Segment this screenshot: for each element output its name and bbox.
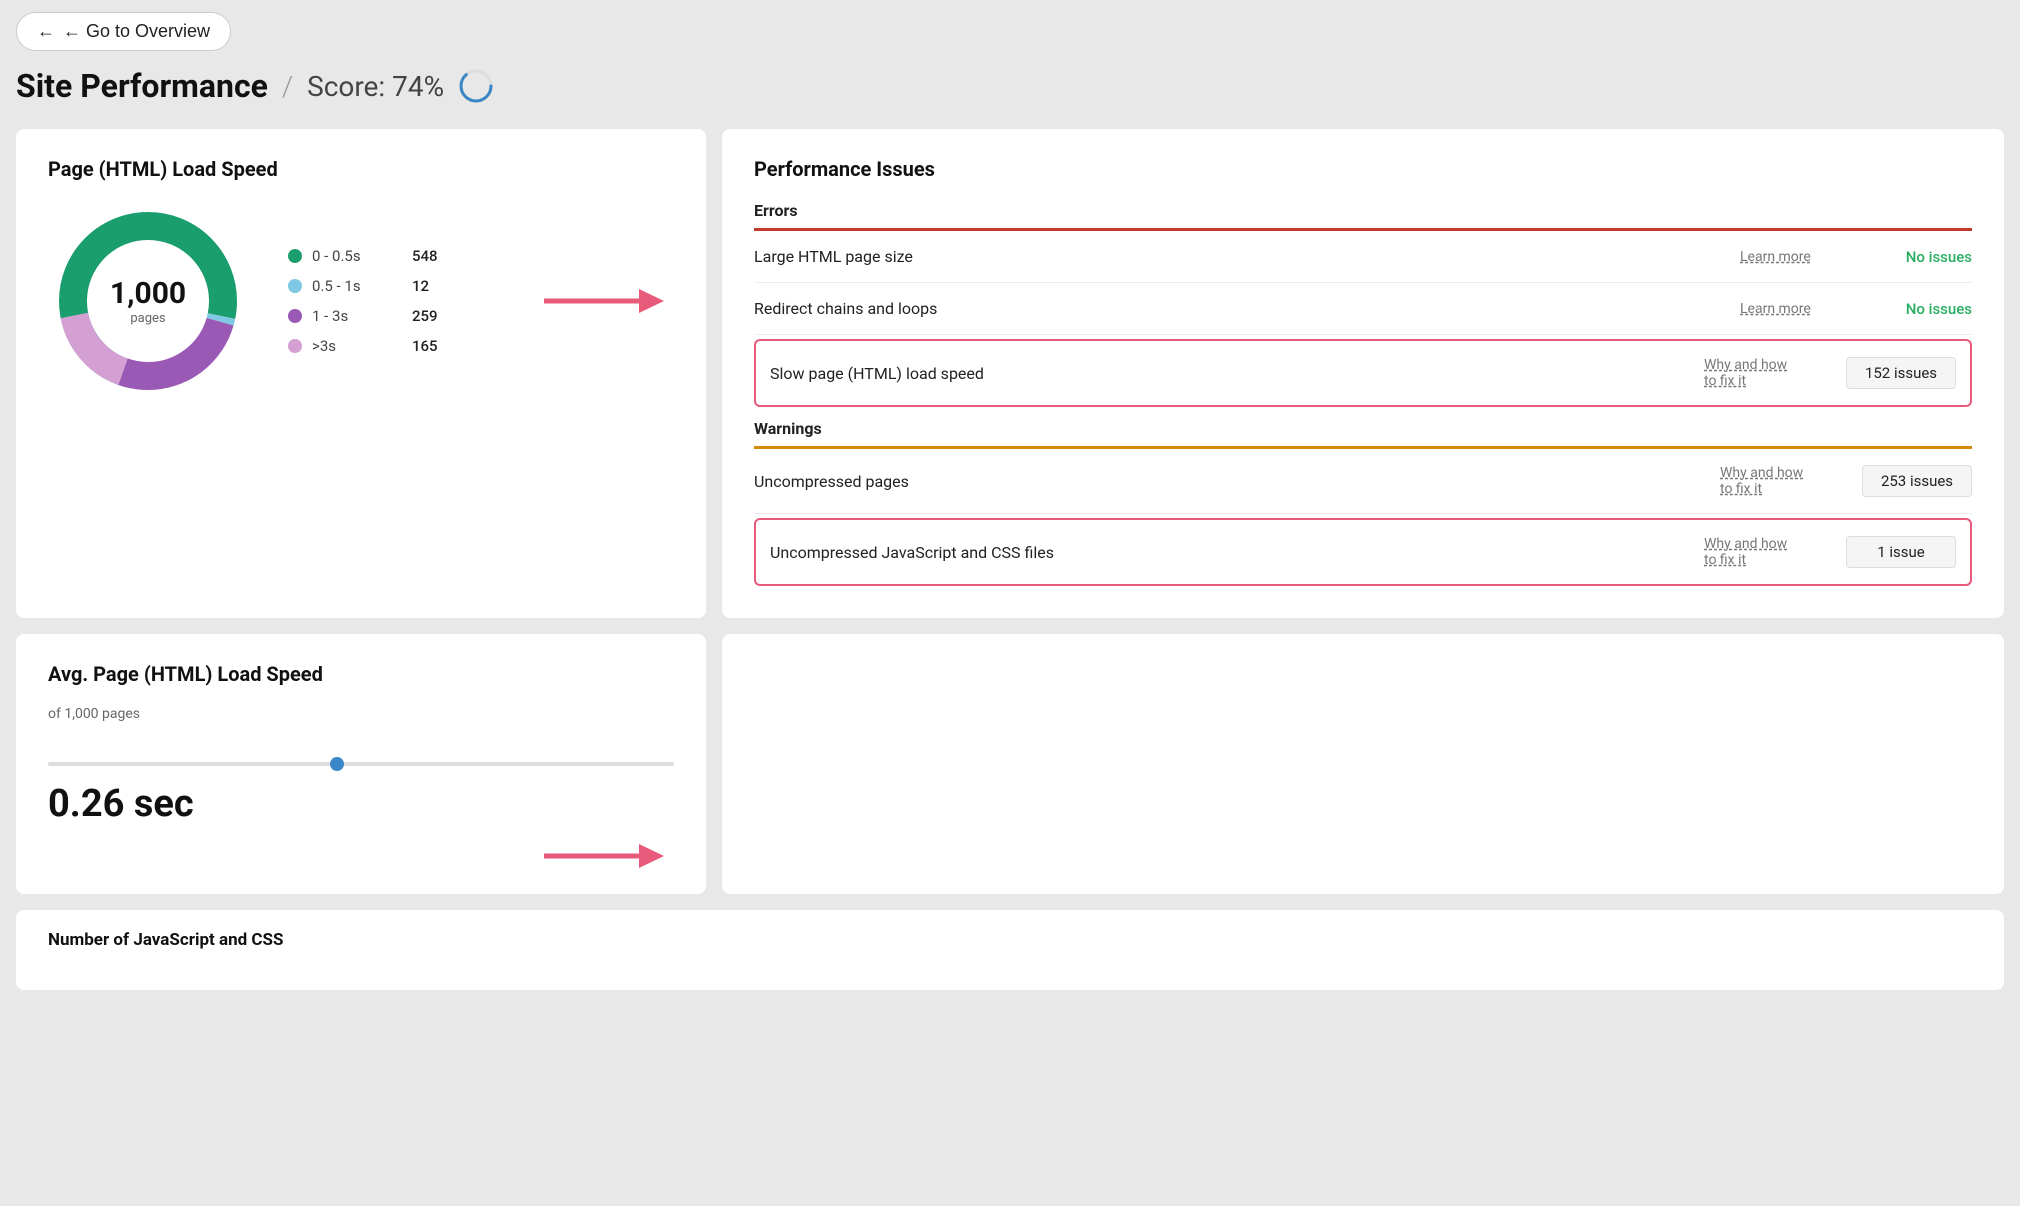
warnings-section: Warnings Uncompressed pages Why and howt… (754, 419, 1972, 586)
legend-value-3: 165 (412, 337, 438, 355)
issue-link-uncompressed-js-css[interactable]: Why and howto fix it (1704, 536, 1834, 568)
legend-dot-3 (288, 339, 302, 353)
go-to-overview-label: ← Go to Overview (63, 21, 210, 42)
issue-name-redirect: Redirect chains and loops (754, 299, 1728, 318)
issue-link-redirect[interactable]: Learn more (1740, 301, 1870, 317)
speed-bar-container (48, 762, 674, 766)
legend-dot-0 (288, 249, 302, 263)
donut-center: 1,000 pages (110, 276, 186, 326)
legend-value-1: 12 (412, 277, 429, 295)
avg-load-speed-title: Avg. Page (HTML) Load Speed (48, 662, 674, 686)
legend-label-2: 1 - 3s (312, 307, 402, 325)
issue-row-slow-html[interactable]: Slow page (HTML) load speed Why and howt… (754, 339, 1972, 407)
go-to-overview-button[interactable]: ← ← Go to Overview (16, 12, 231, 51)
legend-item-3: >3s 165 (288, 337, 438, 355)
html-load-speed-title: Page (HTML) Load Speed (48, 157, 674, 181)
legend-label-3: >3s (312, 337, 402, 355)
arrow-left-icon: ← (37, 21, 55, 42)
page-title-row: Site Performance / Score: 74% (16, 67, 2004, 105)
donut-total: 1,000 (110, 276, 186, 311)
issue-link-slow-html[interactable]: Why and howto fix it (1704, 357, 1834, 389)
second-row-right-placeholder (722, 634, 2004, 894)
donut-chart: 1,000 pages (48, 201, 248, 401)
speed-dot (330, 757, 344, 771)
errors-section-label: Errors (754, 201, 1972, 228)
html-load-speed-card: Page (HTML) Load Speed (16, 129, 706, 618)
issue-link-uncompressed-pages[interactable]: Why and howto fix it (1720, 465, 1850, 497)
performance-issues-title: Performance Issues (754, 157, 1972, 181)
speed-bar (48, 762, 674, 766)
donut-legend: 0 - 0.5s 548 0.5 - 1s 12 1 - 3s 259 >3s … (288, 247, 438, 355)
main-grid: Page (HTML) Load Speed (16, 129, 2004, 618)
issue-name-large-html: Large HTML page size (754, 247, 1728, 266)
legend-value-2: 259 (412, 307, 438, 325)
legend-label-0: 0 - 0.5s (312, 247, 402, 265)
third-row: Number of JavaScript and CSS (16, 910, 2004, 990)
issue-row-large-html: Large HTML page size Learn more No issue… (754, 231, 1972, 283)
score-spinner-icon (458, 68, 494, 104)
pink-arrow-2-icon (544, 836, 664, 876)
second-row: Avg. Page (HTML) Load Speed of 1,000 pag… (16, 634, 2004, 894)
issue-name-uncompressed-pages: Uncompressed pages (754, 472, 1708, 491)
legend-item-1: 0.5 - 1s 12 (288, 277, 438, 295)
performance-issues-panel: Performance Issues Errors Large HTML pag… (722, 129, 2004, 618)
legend-value-0: 548 (412, 247, 438, 265)
page-title: Site Performance (16, 67, 268, 105)
avg-value: 0.26 sec (48, 782, 674, 826)
issue-row-uncompressed-pages: Uncompressed pages Why and howto fix it … (754, 449, 1972, 514)
issue-name-uncompressed-js-css: Uncompressed JavaScript and CSS files (770, 543, 1692, 562)
warnings-section-label: Warnings (754, 419, 1972, 446)
donut-section: 1,000 pages 0 - 0.5s 548 0.5 - 1s 12 (48, 201, 674, 401)
num-js-css-card: Number of JavaScript and CSS (16, 910, 2004, 990)
issue-badge-slow-html[interactable]: 152 issues (1846, 357, 1956, 389)
avg-load-speed-card: Avg. Page (HTML) Load Speed of 1,000 pag… (16, 634, 706, 894)
legend-dot-1 (288, 279, 302, 293)
issue-name-slow-html: Slow page (HTML) load speed (770, 364, 1692, 383)
pink-arrow-icon (544, 281, 664, 321)
issue-status-redirect: No issues (1882, 300, 1972, 318)
issue-link-large-html[interactable]: Learn more (1740, 249, 1870, 265)
score-divider: / (282, 70, 293, 103)
legend-item-0: 0 - 0.5s 548 (288, 247, 438, 265)
donut-label: pages (110, 311, 186, 326)
legend-dot-2 (288, 309, 302, 323)
legend-item-2: 1 - 3s 259 (288, 307, 438, 325)
issue-badge-uncompressed-js-css[interactable]: 1 issue (1846, 536, 1956, 568)
avg-load-speed-subtitle: of 1,000 pages (48, 706, 674, 722)
score-label: Score: 74% (307, 70, 444, 103)
issue-status-large-html: No issues (1882, 248, 1972, 266)
issue-badge-uncompressed-pages[interactable]: 253 issues (1862, 465, 1972, 497)
legend-label-1: 0.5 - 1s (312, 277, 402, 295)
issue-row-redirect: Redirect chains and loops Learn more No … (754, 283, 1972, 335)
num-js-css-title: Number of JavaScript and CSS (48, 930, 1972, 950)
issue-row-uncompressed-js-css[interactable]: Uncompressed JavaScript and CSS files Wh… (754, 518, 1972, 586)
